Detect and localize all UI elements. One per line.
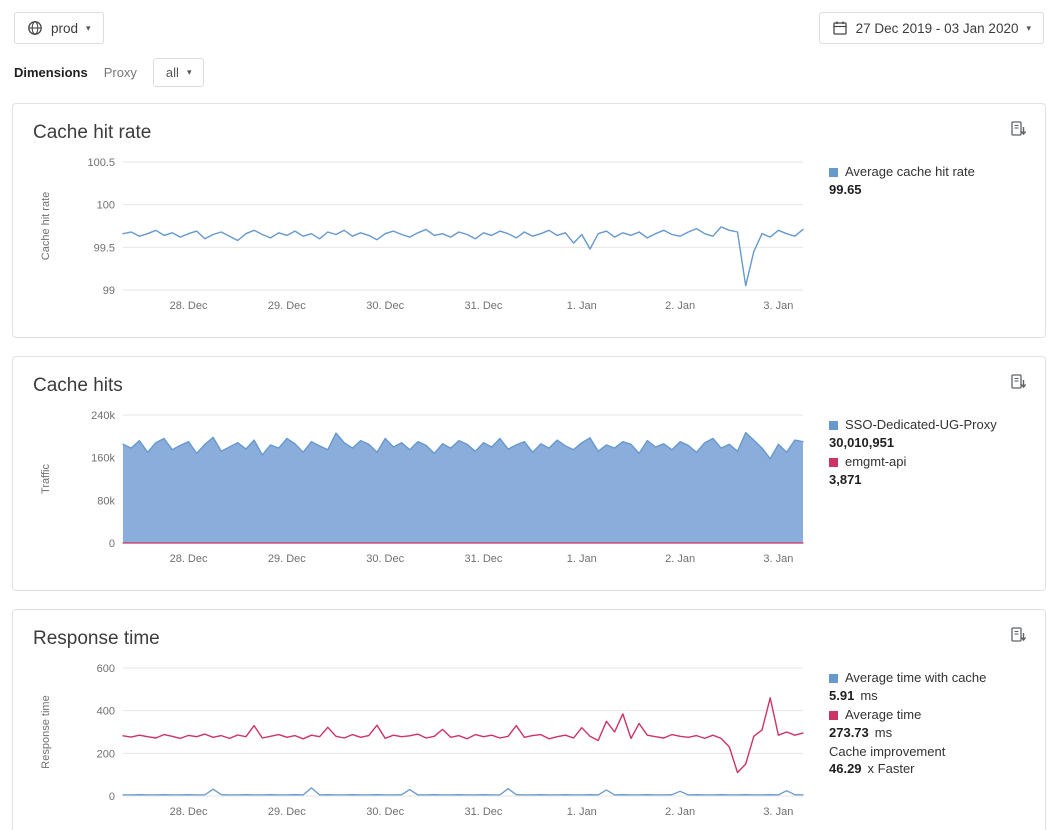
svg-text:1. Jan: 1. Jan (567, 300, 597, 312)
svg-text:31. Dec: 31. Dec (465, 553, 503, 565)
svg-text:3. Jan: 3. Jan (763, 553, 793, 565)
svg-text:3. Jan: 3. Jan (763, 806, 793, 818)
svg-text:100.5: 100.5 (87, 157, 115, 169)
topbar: prod ▾ 27 Dec 2019 - 03 Jan 2020 ▾ (0, 0, 1058, 52)
export-report-button[interactable] (1007, 371, 1029, 393)
chevron-down-icon: ▾ (86, 24, 91, 33)
legend-value: 99.65 (829, 182, 862, 197)
svg-text:3. Jan: 3. Jan (763, 300, 793, 312)
card-cache-hits: Cache hits 0 80k 160k 240k 28. Dec 29. Dec 30.… (12, 356, 1046, 591)
svg-text:2. Jan: 2. Jan (665, 300, 695, 312)
svg-text:100: 100 (97, 200, 115, 212)
svg-text:99.5: 99.5 (94, 242, 115, 254)
svg-text:2. Jan: 2. Jan (665, 553, 695, 565)
card-title: Response time (33, 628, 1025, 650)
svg-text:Response time: Response time (40, 695, 52, 768)
legend-swatch-icon (829, 711, 838, 720)
legend-label: Average time with cache (845, 670, 986, 687)
svg-text:30. Dec: 30. Dec (366, 806, 404, 818)
environment-label: prod (51, 21, 78, 36)
svg-text:28. Dec: 28. Dec (170, 553, 208, 565)
legend-value-unit: ms (875, 725, 892, 740)
legend-label: SSO-Dedicated-UG-Proxy (845, 417, 997, 434)
cache-hit-rate-chart: 99 99.5 100 100.5 28. Dec 29. Dec 30. Dec 31. D… (33, 150, 813, 325)
svg-text:0: 0 (109, 538, 115, 550)
card-response-time: Response time 0 200 400 600 28. Dec 29. Dec 30… (12, 609, 1046, 830)
legend-item[interactable]: emgmt-api3,871 (829, 454, 997, 489)
svg-text:600: 600 (97, 663, 115, 675)
svg-text:29. Dec: 29. Dec (268, 300, 306, 312)
legend-swatch-icon (829, 458, 838, 467)
cache-hits-chart: 0 80k 160k 240k 28. Dec 29. Dec 30. Dec 31. Dec… (33, 403, 813, 578)
legend-swatch-icon (829, 421, 838, 430)
dimensions-label: Dimensions (14, 65, 88, 80)
legend-label: emgmt-api (845, 454, 906, 471)
card-title: Cache hit rate (33, 122, 1025, 144)
legend-value: 46.29 (829, 761, 862, 776)
svg-text:1. Jan: 1. Jan (567, 553, 597, 565)
svg-text:99: 99 (103, 285, 115, 297)
legend-label: Average cache hit rate (845, 164, 975, 181)
svg-text:30. Dec: 30. Dec (366, 553, 404, 565)
proxy-label: Proxy (104, 65, 137, 80)
cache-hits-legend: SSO-Dedicated-UG-Proxy30,010,951emgmt-ap… (813, 403, 997, 578)
svg-text:240k: 240k (91, 410, 115, 422)
svg-text:31. Dec: 31. Dec (465, 300, 503, 312)
svg-text:30. Dec: 30. Dec (366, 300, 404, 312)
svg-text:28. Dec: 28. Dec (170, 806, 208, 818)
svg-text:Traffic: Traffic (40, 464, 52, 494)
globe-icon (27, 20, 43, 36)
legend-value-unit: ms (860, 688, 877, 703)
proxy-select-value: all (166, 65, 179, 80)
legend-item[interactable]: SSO-Dedicated-UG-Proxy30,010,951 (829, 417, 997, 452)
legend-item[interactable]: Average time with cache5.91 ms (829, 670, 986, 705)
legend-label: Cache improvement (829, 744, 945, 761)
card-title: Cache hits (33, 375, 1025, 397)
legend-swatch-icon (829, 674, 838, 683)
response-time-chart: 0 200 400 600 28. Dec 29. Dec 30. Dec 31. Dec 1.… (33, 656, 813, 830)
svg-text:160k: 160k (91, 453, 115, 465)
svg-text:0: 0 (109, 791, 115, 803)
svg-text:400: 400 (97, 706, 115, 718)
svg-text:29. Dec: 29. Dec (268, 553, 306, 565)
legend-value: 5.91 (829, 688, 854, 703)
export-report-button[interactable] (1007, 118, 1029, 140)
svg-text:1. Jan: 1. Jan (567, 806, 597, 818)
legend-value-unit: x Faster (868, 761, 915, 776)
legend-item[interactable]: Cache improvement46.29 x Faster (829, 744, 986, 779)
legend-label: Average time (845, 707, 921, 724)
svg-text:80k: 80k (97, 495, 115, 507)
chevron-down-icon: ▾ (1026, 24, 1031, 33)
legend-swatch-icon (829, 168, 838, 177)
environment-selector[interactable]: prod ▾ (14, 12, 104, 44)
svg-text:200: 200 (97, 748, 115, 760)
svg-text:28. Dec: 28. Dec (170, 300, 208, 312)
export-report-icon (1009, 626, 1027, 644)
dimensions-bar: Dimensions Proxy all ▾ (0, 52, 1058, 103)
svg-text:29. Dec: 29. Dec (268, 806, 306, 818)
svg-text:Cache hit rate: Cache hit rate (40, 192, 52, 260)
legend-item[interactable]: Average cache hit rate99.65 (829, 164, 975, 199)
export-report-button[interactable] (1007, 624, 1029, 646)
legend-value: 30,010,951 (829, 435, 894, 450)
svg-text:31. Dec: 31. Dec (465, 806, 503, 818)
calendar-icon (832, 20, 848, 36)
cache-hit-rate-legend: Average cache hit rate99.65 (813, 150, 975, 325)
export-report-icon (1009, 120, 1027, 138)
date-range-picker[interactable]: 27 Dec 2019 - 03 Jan 2020 ▾ (819, 12, 1044, 44)
chevron-down-icon: ▾ (187, 68, 192, 77)
legend-value: 273.73 (829, 725, 869, 740)
legend-value: 3,871 (829, 472, 862, 487)
export-report-icon (1009, 373, 1027, 391)
date-range-label: 27 Dec 2019 - 03 Jan 2020 (856, 21, 1019, 36)
card-cache-hit-rate: Cache hit rate 99 99.5 100 100.5 28. Dec 29. … (12, 103, 1046, 338)
svg-text:2. Jan: 2. Jan (665, 806, 695, 818)
legend-item[interactable]: Average time273.73 ms (829, 707, 986, 742)
proxy-select[interactable]: all ▾ (153, 58, 205, 87)
response-time-legend: Average time with cache5.91msAverage tim… (813, 656, 986, 830)
